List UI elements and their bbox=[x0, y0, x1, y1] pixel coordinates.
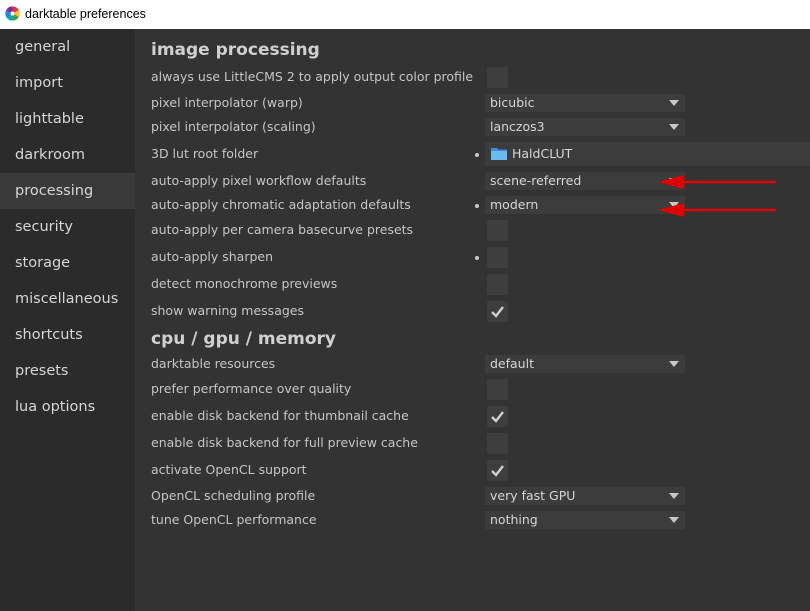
pixel-workflow-value: scene-referred bbox=[490, 173, 582, 188]
setting-label-interpolator-warp: pixel interpolator (warp) bbox=[151, 95, 303, 110]
section-title-image-processing: image processing bbox=[151, 40, 320, 60]
modified-indicator-dot bbox=[475, 153, 479, 157]
sidebar-item-processing[interactable]: processing bbox=[0, 173, 135, 209]
setting-label-sharpen: auto-apply sharpen bbox=[151, 249, 274, 264]
chevron-down-icon bbox=[669, 202, 679, 208]
modified-indicator-dot bbox=[475, 256, 479, 260]
setting-label-chromatic-adaptation: auto-apply chromatic adaptation defaults bbox=[151, 197, 411, 212]
opencl-support-checkbox[interactable] bbox=[487, 460, 508, 481]
opencl-tuning-select[interactable]: nothing bbox=[485, 511, 685, 529]
setting-label-preview-cache: enable disk backend for full preview cac… bbox=[151, 435, 418, 450]
sidebar-item-security[interactable]: security bbox=[0, 209, 135, 245]
lut-folder-value: HaldCLUT bbox=[512, 146, 573, 161]
interpolator-warp-select[interactable]: bicubic bbox=[485, 94, 685, 112]
lut-folder-chooser[interactable]: HaldCLUT bbox=[485, 142, 810, 166]
sidebar-item-storage[interactable]: storage bbox=[0, 245, 135, 281]
setting-label-littlecms: always use LittleCMS 2 to apply output c… bbox=[151, 69, 474, 84]
chromatic-adaptation-value: modern bbox=[490, 197, 539, 212]
monochrome-checkbox[interactable] bbox=[487, 274, 508, 295]
setting-label-opencl-scheduling: OpenCL scheduling profile bbox=[151, 488, 316, 503]
setting-label-warning-messages: show warning messages bbox=[151, 303, 304, 318]
setting-label-performance: prefer performance over quality bbox=[151, 381, 352, 396]
darktable-logo-icon bbox=[5, 6, 20, 21]
section-title-cpu-gpu-memory: cpu / gpu / memory bbox=[151, 329, 336, 349]
opencl-tuning-value: nothing bbox=[490, 512, 538, 527]
folder-icon bbox=[491, 148, 507, 160]
sidebar-item-lua-options[interactable]: lua options bbox=[0, 389, 135, 425]
thumbnail-cache-checkbox[interactable] bbox=[487, 406, 508, 427]
checkmark-icon bbox=[491, 411, 504, 423]
sidebar-item-shortcuts[interactable]: shortcuts bbox=[0, 317, 135, 353]
sidebar-item-general[interactable]: general bbox=[0, 29, 135, 65]
setting-label-lut-folder: 3D lut root folder bbox=[151, 146, 259, 161]
littlecms-checkbox[interactable] bbox=[487, 67, 508, 88]
sidebar-item-darkroom[interactable]: darkroom bbox=[0, 137, 135, 173]
chevron-down-icon bbox=[669, 517, 679, 523]
preview-cache-checkbox[interactable] bbox=[487, 433, 508, 454]
opencl-scheduling-select[interactable]: very fast GPU bbox=[485, 487, 685, 505]
resources-value: default bbox=[490, 356, 534, 371]
setting-label-opencl-tuning: tune OpenCL performance bbox=[151, 512, 317, 527]
setting-label-resources: darktable resources bbox=[151, 356, 276, 371]
chevron-down-icon bbox=[669, 124, 679, 130]
setting-label-basecurve: auto-apply per camera basecurve presets bbox=[151, 222, 414, 237]
setting-label-interpolator-scaling: pixel interpolator (scaling) bbox=[151, 119, 316, 134]
window-titlebar: darktable preferences bbox=[0, 0, 810, 29]
sidebar-item-lighttable[interactable]: lighttable bbox=[0, 101, 135, 137]
setting-label-opencl-support: activate OpenCL support bbox=[151, 462, 307, 477]
checkmark-icon bbox=[491, 465, 504, 477]
preferences-main-panel: image processing always use LittleCMS 2 … bbox=[135, 29, 810, 611]
chevron-down-icon bbox=[669, 178, 679, 184]
interpolator-scaling-select[interactable]: lanczos3 bbox=[485, 118, 685, 136]
chevron-down-icon bbox=[669, 100, 679, 106]
interpolator-warp-value: bicubic bbox=[490, 95, 535, 110]
sharpen-checkbox[interactable] bbox=[487, 247, 508, 268]
chevron-down-icon bbox=[669, 361, 679, 367]
modified-indicator-dot bbox=[475, 204, 479, 208]
sidebar-item-miscellaneous[interactable]: miscellaneous bbox=[0, 281, 135, 317]
performance-checkbox[interactable] bbox=[487, 379, 508, 400]
checkmark-icon bbox=[491, 306, 504, 318]
window-title: darktable preferences bbox=[25, 7, 146, 21]
sidebar-item-import[interactable]: import bbox=[0, 65, 135, 101]
chromatic-adaptation-select[interactable]: modern bbox=[485, 196, 685, 214]
chevron-down-icon bbox=[669, 493, 679, 499]
resources-select[interactable]: default bbox=[485, 355, 685, 373]
warning-messages-checkbox[interactable] bbox=[487, 301, 508, 322]
sidebar-item-presets[interactable]: presets bbox=[0, 353, 135, 389]
setting-label-pixel-workflow: auto-apply pixel workflow defaults bbox=[151, 173, 367, 188]
preferences-sidebar: general import lighttable darkroom proce… bbox=[0, 29, 135, 611]
opencl-scheduling-value: very fast GPU bbox=[490, 488, 576, 503]
pixel-workflow-select[interactable]: scene-referred bbox=[485, 172, 685, 190]
basecurve-checkbox[interactable] bbox=[487, 220, 508, 241]
setting-label-thumbnail-cache: enable disk backend for thumbnail cache bbox=[151, 408, 409, 423]
interpolator-scaling-value: lanczos3 bbox=[490, 119, 545, 134]
setting-label-monochrome: detect monochrome previews bbox=[151, 276, 338, 291]
